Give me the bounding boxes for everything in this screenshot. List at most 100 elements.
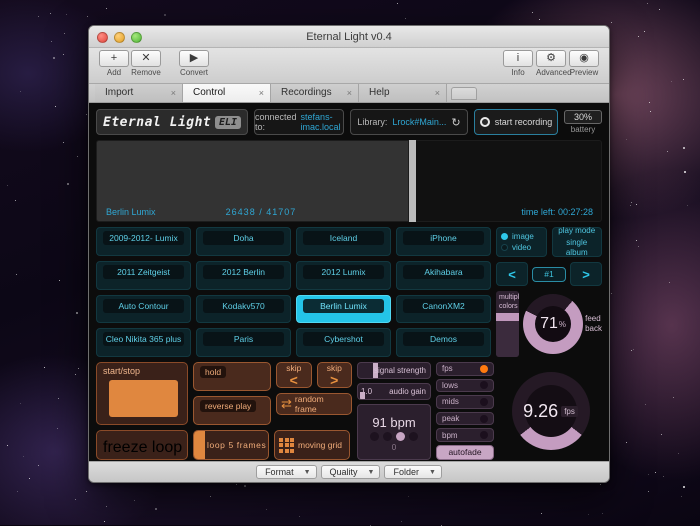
- connection-status[interactable]: connected to: stefans-imac.local: [254, 109, 344, 135]
- preset-cell-selected[interactable]: Berlin Lumix: [296, 294, 391, 324]
- preset-cell[interactable]: Iceland: [296, 227, 391, 256]
- slider-handle[interactable]: [496, 312, 520, 321]
- battery-percent: 30%: [564, 110, 602, 124]
- quality-dropdown[interactable]: Quality ▼: [320, 465, 381, 479]
- preset-cell[interactable]: Auto Contour: [96, 294, 191, 324]
- preset-cell[interactable]: iPhone: [396, 227, 491, 256]
- preset-cell[interactable]: CanonXM2: [396, 294, 491, 324]
- preset-cell[interactable]: Demos: [396, 328, 491, 357]
- album-index[interactable]: #1: [532, 266, 566, 282]
- preset-label: Akihabara: [403, 264, 484, 279]
- preset-cell[interactable]: Kodakv570: [196, 294, 291, 324]
- library-selector[interactable]: Library: Lrock#Main... ↻: [350, 109, 468, 135]
- tab-close-icon[interactable]: ×: [435, 88, 440, 98]
- preset-label: Doha: [203, 231, 284, 245]
- convert-button[interactable]: ▶ Convert: [179, 50, 209, 77]
- folder-dropdown[interactable]: Folder ▼: [384, 465, 442, 479]
- preset-cell[interactable]: 2012 Berlin: [196, 260, 291, 290]
- loop-frames-control[interactable]: loop 5 frames: [193, 430, 269, 460]
- meter-bpm[interactable]: bpm: [436, 428, 494, 442]
- tab-close-icon[interactable]: ×: [171, 88, 176, 98]
- multiply-colors-slider[interactable]: multiply colors 45 %: [496, 291, 520, 357]
- shuffle-icon: ⇄: [281, 396, 292, 411]
- advanced-button[interactable]: ⚙ Advanced: [536, 50, 572, 77]
- tab-close-icon[interactable]: ×: [347, 88, 352, 98]
- skip-forward-button[interactable]: skip >: [316, 362, 352, 388]
- preset-cell[interactable]: Cleo Nikita 365 plus: [96, 328, 191, 357]
- preset-side-panel: image video play mode single album < #1 …: [496, 226, 602, 357]
- hold-button[interactable]: hold: [193, 362, 271, 391]
- minimize-button[interactable]: [114, 32, 125, 43]
- preset-cell[interactable]: Cybershot: [296, 328, 391, 357]
- new-tab-button[interactable]: [451, 87, 477, 100]
- freeze-loop-button[interactable]: freeze loop: [96, 430, 188, 460]
- beat-dot-active: [396, 431, 405, 441]
- mode-row: image video play mode single album: [496, 226, 602, 257]
- media-mode-toggle[interactable]: image video: [496, 227, 547, 257]
- maximize-button[interactable]: [131, 32, 142, 43]
- prev-album-button[interactable]: <: [496, 262, 528, 286]
- meter-peak[interactable]: peak: [436, 411, 494, 426]
- media-mode-video[interactable]: video: [501, 243, 542, 252]
- refresh-icon[interactable]: ↻: [451, 116, 460, 129]
- autofade-button[interactable]: autofade: [436, 444, 494, 460]
- preset-cell[interactable]: 2009-2012- Lumix: [96, 227, 191, 256]
- monitor-row: Berlin Lumix 26438 / 41707 time left: 00…: [96, 140, 602, 222]
- meter-lows[interactable]: lows: [436, 378, 494, 393]
- random-frame-button[interactable]: ⇄ random frame: [276, 393, 352, 415]
- preview-button[interactable]: ◉ Preview: [569, 50, 599, 77]
- preset-cell[interactable]: 2012 Lumix: [296, 260, 391, 290]
- gain-handle[interactable]: [360, 392, 365, 399]
- tab-recordings[interactable]: Recordings ×: [271, 83, 359, 102]
- meter-fps[interactable]: fps: [436, 362, 494, 376]
- feedback-label-line1: feed: [585, 314, 601, 324]
- play-mode-selector[interactable]: play mode single album: [551, 226, 602, 257]
- multiply-colors-line1: multiply: [499, 294, 519, 301]
- tab-import[interactable]: Import ×: [95, 83, 183, 102]
- skip-back-button[interactable]: skip <: [276, 362, 312, 388]
- meter-led-icon: [480, 431, 488, 440]
- tab-close-icon[interactable]: ×: [259, 88, 264, 98]
- time-left-value: 00:27:28: [557, 207, 593, 217]
- plus-icon: +: [99, 50, 129, 67]
- app-logo: Eternal Light ELI: [96, 109, 248, 135]
- remove-button[interactable]: ✕ Remove: [131, 50, 161, 77]
- beat-dot: [409, 431, 418, 441]
- start-stop-button[interactable]: start/stop: [96, 362, 188, 425]
- toolbar-right-group: i Info ⚙ Advanced ◉ Preview: [503, 50, 599, 77]
- chevron-down-icon: ▼: [303, 468, 311, 476]
- feedback-label-line2: back: [585, 324, 602, 333]
- preset-section: 2009-2012- Lumix Doha Iceland iPhone 201…: [96, 226, 602, 357]
- audio-gain-slider[interactable]: 1.0 audio gain: [357, 383, 431, 400]
- meter-fps-label: fps: [442, 364, 453, 374]
- start-stop-pad[interactable]: [109, 380, 178, 417]
- start-recording-button[interactable]: start recording: [474, 109, 558, 135]
- moving-grid-button[interactable]: moving grid: [274, 430, 350, 460]
- meter-mids[interactable]: mids: [436, 395, 494, 409]
- time-left: time left: 00:27:28: [521, 207, 593, 217]
- format-dropdown[interactable]: Format ▼: [256, 465, 317, 479]
- next-album-button[interactable]: >: [570, 262, 602, 286]
- output-monitor[interactable]: time left: 00:27:28: [416, 140, 602, 222]
- media-mode-image[interactable]: image: [501, 232, 542, 241]
- add-button[interactable]: + Add: [99, 50, 129, 77]
- close-button[interactable]: [97, 32, 108, 43]
- preview-monitor[interactable]: Berlin Lumix 26438 / 41707: [96, 140, 409, 222]
- tab-control[interactable]: Control ×: [183, 83, 271, 102]
- preset-label: Demos: [403, 332, 484, 347]
- tab-bar: Import × Control × Recordings × Help ×: [89, 83, 609, 103]
- info-button[interactable]: i Info: [503, 50, 533, 77]
- feedback-knob[interactable]: 71 % feed back: [523, 291, 602, 357]
- preset-cell[interactable]: Paris: [196, 328, 291, 357]
- toolbar-left-group: + Add ✕ Remove ▶ Convert: [99, 50, 209, 77]
- preset-cell[interactable]: Doha: [196, 227, 291, 256]
- tab-help[interactable]: Help ×: [359, 83, 447, 102]
- bpm-display[interactable]: 91 bpm 0: [357, 404, 431, 460]
- preset-cell[interactable]: 2011 Zeitgeist: [96, 260, 191, 290]
- feedback-dial[interactable]: 71 %: [523, 294, 584, 354]
- reverse-play-button[interactable]: reverse play: [193, 396, 271, 425]
- signal-strength-meter[interactable]: signal strength: [357, 362, 431, 379]
- fps-dial[interactable]: 9.26 fps: [511, 372, 590, 450]
- preset-cell[interactable]: Akihabara: [396, 260, 491, 290]
- monitor-divider[interactable]: [409, 140, 416, 222]
